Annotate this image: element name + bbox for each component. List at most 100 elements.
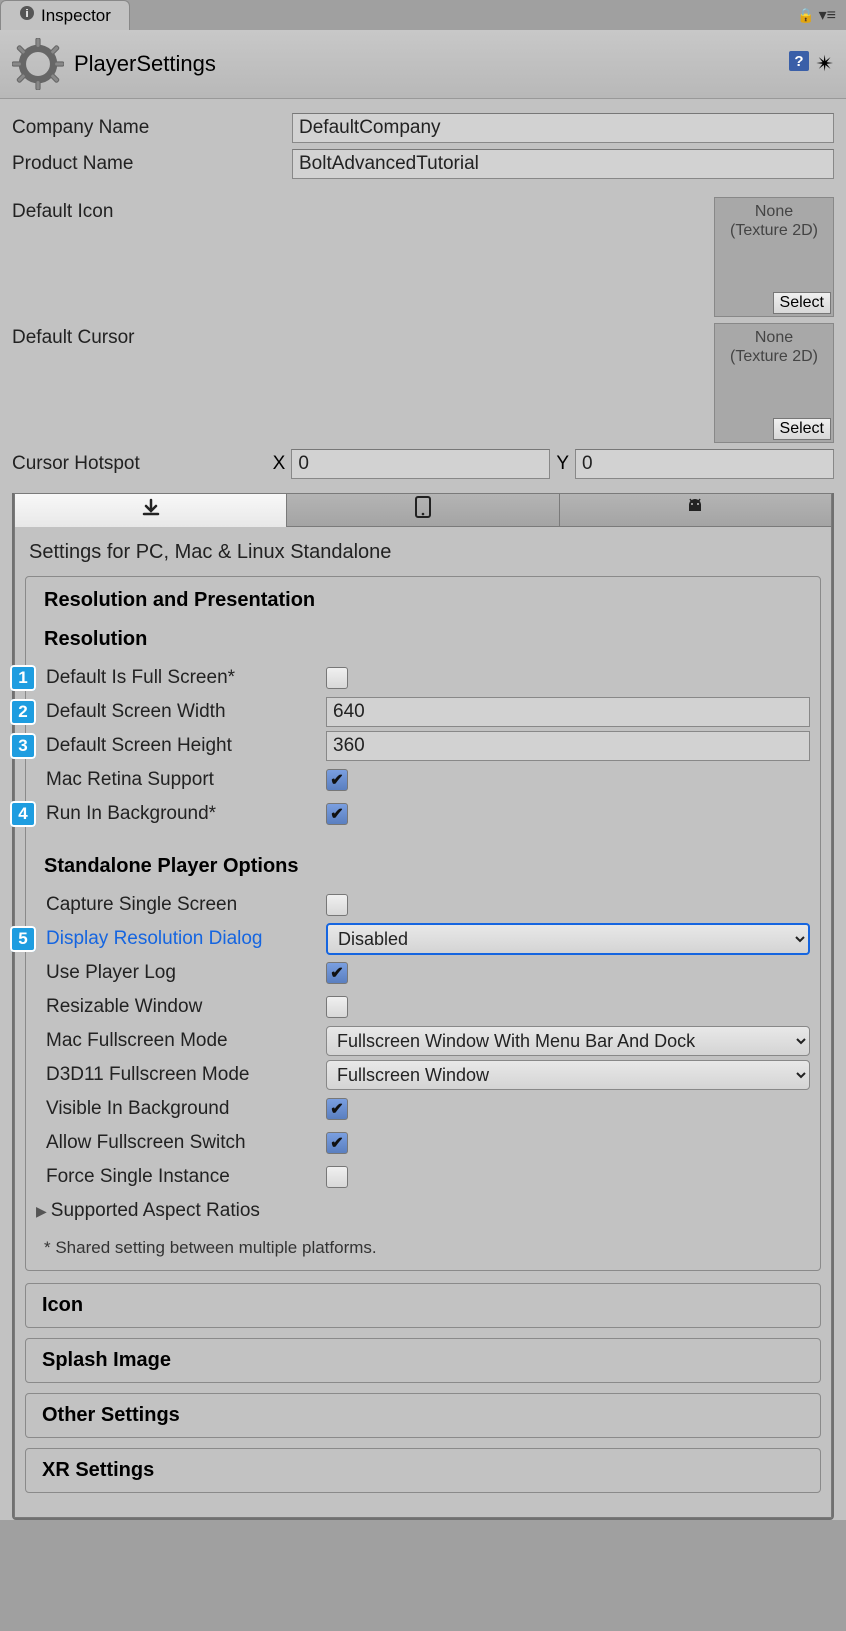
standalone-header: Standalone Player Options <box>36 849 810 888</box>
resizable-window-row: Resizable Window <box>36 990 810 1024</box>
force-single-checkbox[interactable] <box>326 1166 348 1188</box>
phone-icon <box>415 496 431 524</box>
other-settings-section[interactable]: Other Settings <box>25 1393 821 1438</box>
allow-fullscreen-checkbox[interactable] <box>326 1132 348 1154</box>
resolution-presentation-section: Resolution and Presentation Resolution 1… <box>25 576 821 1271</box>
window-tab-bar: i Inspector 🔒 ▾≡ <box>0 0 846 30</box>
resizable-window-label: Resizable Window <box>46 996 326 1018</box>
resizable-window-checkbox[interactable] <box>326 996 348 1018</box>
product-name-input[interactable] <box>292 149 834 179</box>
mac-fullscreen-row: Mac Fullscreen Mode Fullscreen Window Wi… <box>36 1024 810 1058</box>
default-icon-row: Default Icon None(Texture 2D) Select <box>12 197 834 317</box>
android-icon <box>685 497 705 523</box>
title-bar: PlayerSettings ? ✴︎ <box>0 30 846 99</box>
run-background-row: 4 Run In Background* <box>36 797 810 831</box>
d3d11-fullscreen-select[interactable]: Fullscreen Window <box>326 1060 810 1090</box>
allow-fullscreen-label: Allow Fullscreen Switch <box>46 1132 326 1154</box>
capture-single-label: Capture Single Screen <box>46 894 326 916</box>
company-name-input[interactable] <box>292 113 834 143</box>
product-name-row: Product Name <box>12 149 834 179</box>
mac-retina-row: Mac Retina Support <box>36 763 810 797</box>
default-icon-label: Default Icon <box>12 197 292 317</box>
svg-text:i: i <box>25 8 28 20</box>
visible-background-checkbox[interactable] <box>326 1098 348 1120</box>
resolution-header: Resolution <box>36 622 810 661</box>
default-fullscreen-checkbox[interactable] <box>326 667 348 689</box>
cursor-hotspot-label: Cursor Hotspot <box>12 453 273 475</box>
hotspot-x-label: X <box>273 453 286 475</box>
default-height-row: 3 Default Screen Height <box>36 729 810 763</box>
default-width-label: Default Screen Width <box>46 701 326 723</box>
settings-panel: Settings for PC, Mac & Linux Standalone … <box>14 527 832 1518</box>
platform-tab-standalone[interactable] <box>14 493 287 527</box>
foldout-triangle-icon: ▶ <box>36 1203 47 1220</box>
capture-single-checkbox[interactable] <box>326 894 348 916</box>
allow-fullscreen-row: Allow Fullscreen Switch <box>36 1126 810 1160</box>
platform-tab-ios[interactable] <box>287 493 559 527</box>
shared-setting-footnote: * Shared setting between multiple platfo… <box>36 1228 810 1258</box>
svg-text:?: ? <box>794 53 803 70</box>
display-dialog-select[interactable]: Disabled <box>326 923 810 955</box>
capture-single-row: Capture Single Screen <box>36 888 810 922</box>
aspect-ratios-label: Supported Aspect Ratios <box>51 1200 331 1222</box>
inspector-tab[interactable]: i Inspector <box>0 0 130 30</box>
mac-fullscreen-select[interactable]: Fullscreen Window With Menu Bar And Dock <box>326 1026 810 1056</box>
splash-section[interactable]: Splash Image <box>25 1338 821 1383</box>
player-log-label: Use Player Log <box>46 962 326 984</box>
help-icon[interactable]: ? <box>788 50 810 78</box>
default-width-row: 2 Default Screen Width <box>36 695 810 729</box>
company-name-label: Company Name <box>12 117 292 139</box>
d3d11-fullscreen-label: D3D11 Fullscreen Mode <box>46 1064 326 1086</box>
d3d11-fullscreen-row: D3D11 Fullscreen Mode Fullscreen Window <box>36 1058 810 1092</box>
cursor-hotspot-row: Cursor Hotspot X Y <box>12 449 834 479</box>
hotspot-y-input[interactable] <box>575 449 834 479</box>
default-cursor-row: Default Cursor None(Texture 2D) Select <box>12 323 834 443</box>
run-background-checkbox[interactable] <box>326 803 348 825</box>
aspect-ratios-foldout[interactable]: ▶ Supported Aspect Ratios <box>36 1194 810 1228</box>
display-dialog-row: 5 Display Resolution Dialog Disabled <box>36 922 810 956</box>
default-icon-slot[interactable]: None(Texture 2D) Select <box>714 197 834 317</box>
settings-gear-icon <box>12 38 64 90</box>
hotspot-y-label: Y <box>556 453 569 475</box>
default-fullscreen-row: 1 Default Is Full Screen* <box>36 661 810 695</box>
mac-retina-checkbox[interactable] <box>326 769 348 791</box>
page-title: PlayerSettings <box>74 51 216 77</box>
annotation-1: 1 <box>10 665 36 691</box>
force-single-row: Force Single Instance <box>36 1160 810 1194</box>
settings-for-label: Settings for PC, Mac & Linux Standalone <box>25 535 821 576</box>
visible-background-label: Visible In Background <box>46 1098 326 1120</box>
annotation-3: 3 <box>10 733 36 759</box>
display-dialog-label: Display Resolution Dialog <box>46 928 326 950</box>
force-single-label: Force Single Instance <box>46 1166 326 1188</box>
default-height-label: Default Screen Height <box>46 735 326 757</box>
annotation-2: 2 <box>10 699 36 725</box>
annotation-5: 5 <box>10 926 36 952</box>
mac-fullscreen-label: Mac Fullscreen Mode <box>46 1030 326 1052</box>
default-cursor-select-button[interactable]: Select <box>773 418 831 440</box>
tab-menu-icon[interactable]: ▾≡ <box>819 5 836 25</box>
default-fullscreen-label: Default Is Full Screen* <box>46 667 326 689</box>
default-height-input[interactable] <box>326 731 810 761</box>
product-name-label: Product Name <box>12 153 292 175</box>
info-icon: i <box>19 5 35 26</box>
icon-section[interactable]: Icon <box>25 1283 821 1328</box>
resolution-presentation-header: Resolution and Presentation <box>36 589 810 622</box>
lock-icon[interactable]: 🔒 <box>797 7 814 24</box>
default-cursor-slot[interactable]: None(Texture 2D) Select <box>714 323 834 443</box>
xr-settings-section[interactable]: XR Settings <box>25 1448 821 1493</box>
mac-retina-label: Mac Retina Support <box>46 769 326 791</box>
default-icon-select-button[interactable]: Select <box>773 292 831 314</box>
default-width-input[interactable] <box>326 697 810 727</box>
player-log-row: Use Player Log <box>36 956 810 990</box>
tab-label: Inspector <box>41 6 111 26</box>
run-background-label: Run In Background* <box>46 803 326 825</box>
platform-tabs <box>14 493 832 527</box>
default-cursor-label: Default Cursor <box>12 323 292 443</box>
player-log-checkbox[interactable] <box>326 962 348 984</box>
hotspot-x-input[interactable] <box>291 449 550 479</box>
platform-tab-android[interactable] <box>560 493 832 527</box>
annotation-4: 4 <box>10 801 36 827</box>
visible-background-row: Visible In Background <box>36 1092 810 1126</box>
download-icon <box>141 498 161 524</box>
settings-menu-icon[interactable]: ✴︎ <box>816 51 834 77</box>
